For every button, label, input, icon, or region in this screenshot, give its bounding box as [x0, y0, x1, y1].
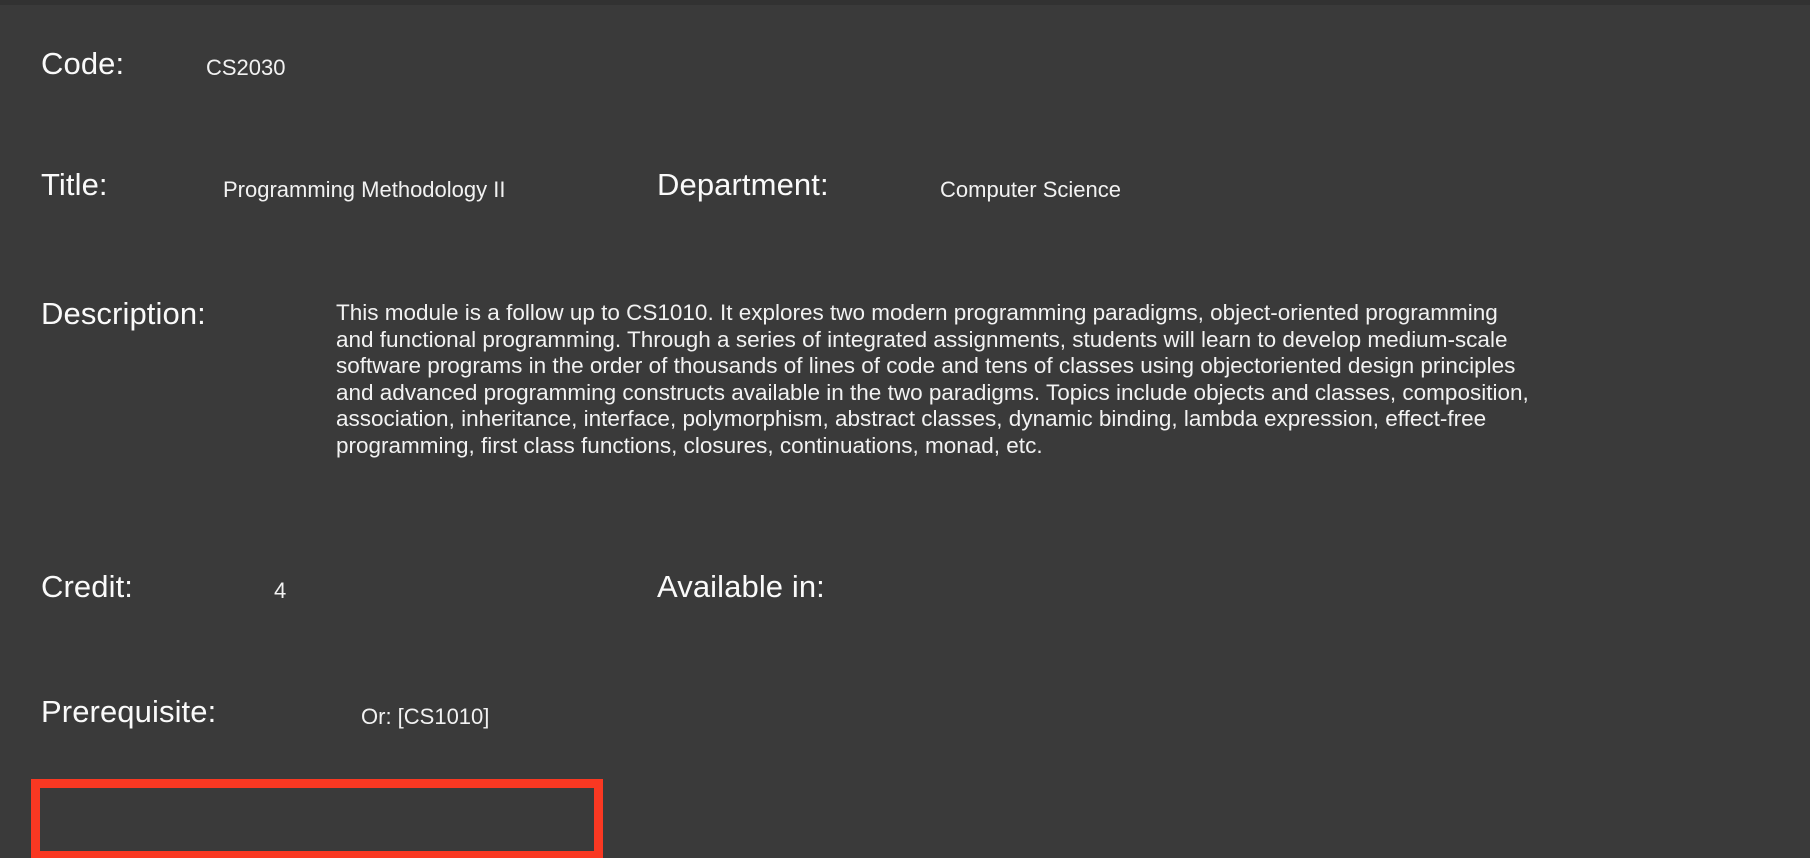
prerequisite-highlight-box [31, 779, 603, 858]
prerequisite-value: Or: [CS1010] [361, 704, 490, 729]
prerequisite-label: Prerequisite: [41, 694, 217, 729]
field-row-available-in: Available in: [0, 569, 1810, 630]
department-value: Computer Science [940, 177, 1121, 202]
field-row-department: Department: Computer Science [0, 167, 1810, 228]
description-value: This module is a follow up to CS1010. It… [336, 300, 1529, 458]
module-details-page: Code: CS2030 Title: Programming Methodol… [0, 5, 1810, 858]
field-row-prerequisite: Prerequisite: Or: [CS1010] [0, 694, 1810, 765]
department-label: Department: [657, 167, 829, 202]
description-label: Description: [41, 296, 206, 331]
code-label: Code: [41, 46, 125, 81]
code-value: CS2030 [206, 55, 286, 80]
available-in-label: Available in: [657, 569, 825, 604]
field-row-code: Code: CS2030 [0, 46, 1810, 107]
